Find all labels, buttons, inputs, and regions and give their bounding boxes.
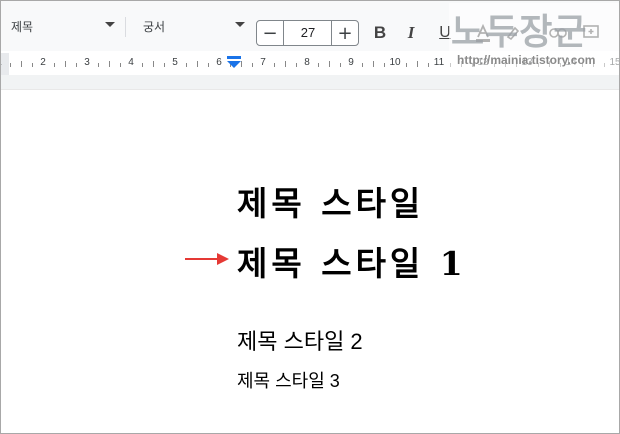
italic-button[interactable]: I: [399, 21, 423, 45]
ruler-tick: [417, 61, 418, 67]
font-dropdown[interactable]: 궁서: [143, 13, 245, 39]
bold-button[interactable]: B: [368, 21, 392, 45]
ruler-tick: [153, 61, 154, 67]
doc-heading2-text[interactable]: 제목 스타일 2: [237, 324, 363, 356]
ruler-tick: [109, 61, 110, 67]
ruler-tick: [285, 61, 286, 67]
ruler-tick: [76, 63, 77, 67]
ruler-tick: [428, 63, 429, 67]
doc-heading3-text[interactable]: 제목 스타일 3: [237, 367, 340, 393]
ruler-tick: [340, 63, 341, 67]
docs-window: 제목 궁서 − 27 + B I U 1234567891011121314: [0, 0, 620, 434]
ruler-tick: [241, 61, 242, 67]
ruler-tick: [406, 63, 407, 67]
ruler-tick: [32, 63, 33, 67]
ruler-tick: [208, 63, 209, 67]
doc-heading1-text[interactable]: 제목 스타일 1: [237, 237, 467, 285]
ruler-tick: [65, 61, 66, 67]
ruler-number: 1: [1, 57, 2, 68]
page-gutter: [1, 75, 619, 90]
ruler-number: 8: [304, 57, 310, 68]
style-dropdown[interactable]: 제목: [11, 13, 115, 39]
chevron-down-icon: [235, 22, 245, 27]
chevron-down-icon: [105, 22, 115, 27]
font-size-input[interactable]: 27: [284, 21, 332, 45]
ruler-tick: [274, 63, 275, 67]
ruler-tick: [373, 61, 374, 67]
font-size-stepper: − 27 +: [256, 20, 359, 46]
watermark-url: http://mainia.tistory.com: [457, 53, 596, 67]
ruler-tick: [362, 63, 363, 67]
ruler-tick: [197, 61, 198, 67]
ruler-tick: [10, 63, 11, 67]
ruler-number: 7: [260, 57, 266, 68]
ruler-tick: [120, 63, 121, 67]
indent-marker-icon[interactable]: [227, 56, 241, 68]
ruler-tick: [296, 63, 297, 67]
ruler-number: 6: [216, 57, 222, 68]
toolbar-divider: [125, 17, 126, 37]
ruler-tick: [164, 63, 165, 67]
ruler-tick: [21, 61, 22, 67]
watermark: 노두장군 http://mainia.tistory.com: [449, 3, 619, 73]
ruler-number: 2: [40, 57, 46, 68]
font-dropdown-value: 궁서: [143, 19, 166, 34]
ruler-tick: [142, 63, 143, 67]
decrease-font-size-button[interactable]: −: [257, 21, 284, 45]
ruler-number: 4: [128, 57, 134, 68]
ruler-tick: [54, 63, 55, 67]
ruler-number: 11: [433, 57, 445, 68]
ruler-tick: [329, 61, 330, 67]
watermark-logo: 노두장군: [451, 11, 588, 53]
ruler-number: 5: [172, 57, 178, 68]
ruler-tick: [252, 63, 253, 67]
doc-title-text[interactable]: 제목 스타일: [237, 177, 424, 225]
ruler-number: 3: [84, 57, 90, 68]
ruler-tick: [318, 63, 319, 67]
ruler-tick: [186, 63, 187, 67]
arrow-right-icon: [185, 253, 229, 265]
style-dropdown-value: 제목: [11, 19, 34, 34]
ruler-tick: [98, 63, 99, 67]
ruler-number: 9: [348, 57, 354, 68]
increase-font-size-button[interactable]: +: [331, 21, 358, 45]
ruler-number: 10: [389, 57, 401, 68]
ruler-tick: [384, 63, 385, 67]
